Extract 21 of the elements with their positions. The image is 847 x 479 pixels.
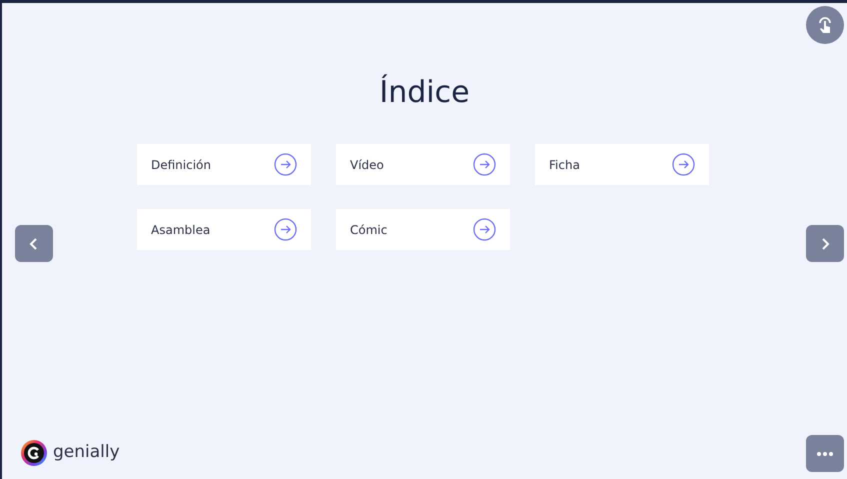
index-link[interactable]: Asamblea bbox=[137, 209, 311, 250]
page-title: Índice bbox=[379, 73, 470, 112]
chevron-right-icon bbox=[820, 238, 830, 250]
touch-button[interactable] bbox=[806, 6, 844, 44]
next-button[interactable] bbox=[806, 225, 844, 262]
hand-pointer-icon bbox=[816, 16, 834, 34]
index-link[interactable]: Definición bbox=[137, 144, 311, 185]
more-button[interactable] bbox=[806, 435, 844, 472]
arrow-circle-icon bbox=[473, 153, 496, 176]
more-icon bbox=[817, 452, 833, 456]
arrow-circle-icon bbox=[672, 153, 695, 176]
chevron-left-icon bbox=[29, 238, 39, 250]
arrow-circle-icon bbox=[274, 153, 297, 176]
index-link[interactable]: Vídeo bbox=[336, 144, 510, 185]
index-link[interactable]: Ficha bbox=[535, 144, 709, 185]
logo-icon bbox=[21, 440, 47, 466]
previous-button[interactable] bbox=[15, 225, 53, 262]
arrow-circle-icon bbox=[473, 218, 496, 241]
arrow-circle-icon bbox=[274, 218, 297, 241]
index-link[interactable]: Cómic bbox=[336, 209, 510, 250]
brand-name: genially bbox=[53, 441, 120, 464]
